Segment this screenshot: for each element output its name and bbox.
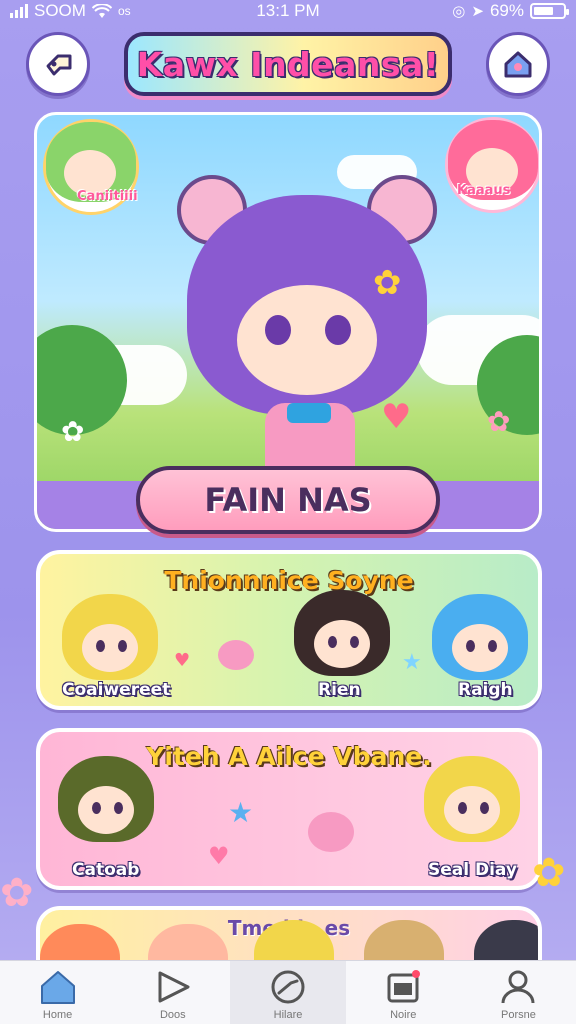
status-bar: SOOM os 13:1 PM ◎ ➤ 69% xyxy=(0,0,576,22)
heart-icon: ♥ xyxy=(381,397,412,437)
character-label: Rien xyxy=(318,680,361,700)
nav-explore[interactable]: Hilare xyxy=(230,961,346,1024)
character-group-card[interactable]: Yiteh A Ailce Vbane. Catoab Seal Diay ★ … xyxy=(36,728,542,890)
group-title: Tnionnnice Soyne xyxy=(164,566,414,595)
nav-label: Hilare xyxy=(273,1009,303,1021)
play-icon xyxy=(158,971,190,1003)
profile-icon xyxy=(501,970,535,1004)
character-label: Coaiwereet xyxy=(62,680,171,700)
wifi-icon xyxy=(91,3,112,18)
home-icon xyxy=(40,971,75,1004)
carrier-label: SOOM xyxy=(34,1,86,20)
primary-action-button[interactable]: FAIN NAS xyxy=(136,466,440,534)
sticker-right-label: Kaaaus xyxy=(457,183,511,198)
bottom-navigation: Home Doos Hilare Noire Porsne xyxy=(0,960,576,1024)
battery-icon xyxy=(530,3,569,19)
calendar-icon xyxy=(387,970,421,1003)
nav-label: Home xyxy=(42,1009,73,1021)
sticker-left-label: Caniitiiii xyxy=(77,189,138,204)
heart-icon: ♥ xyxy=(174,650,191,671)
compass-icon xyxy=(271,970,305,1004)
character-avatar[interactable] xyxy=(432,594,528,694)
character-label: Catoab xyxy=(72,860,140,880)
nav-notifications[interactable]: Noire xyxy=(346,961,461,1024)
character-label: Raigh xyxy=(458,680,513,700)
back-arrow-icon xyxy=(46,54,72,76)
home-icon xyxy=(504,51,532,78)
page-title: Kawx Indeansa! xyxy=(136,44,440,84)
flower-icon: ✿ xyxy=(61,415,85,448)
nav-label: Noire xyxy=(390,1009,417,1021)
flower-icon: ✿ xyxy=(532,850,566,896)
back-button[interactable] xyxy=(26,32,90,96)
nav-play[interactable]: Doos xyxy=(115,961,230,1024)
pig-icon xyxy=(308,812,354,852)
flower-icon: ✿ xyxy=(0,870,34,916)
character-label: Seal Diay xyxy=(428,860,517,880)
star-icon: ★ xyxy=(228,796,254,829)
character-avatar[interactable] xyxy=(424,756,520,856)
app-header: Kawx Indeansa! xyxy=(0,30,576,100)
bow-icon xyxy=(287,403,331,423)
character-avatar[interactable] xyxy=(294,590,390,690)
home-button[interactable] xyxy=(486,32,550,96)
pig-icon xyxy=(218,640,254,670)
heart-icon: ♥ xyxy=(208,842,230,870)
nav-label: Porsne xyxy=(500,1009,536,1021)
signal-icon xyxy=(10,4,28,18)
character-avatar[interactable] xyxy=(62,594,158,694)
character-avatar[interactable] xyxy=(58,756,154,856)
battery-percent: 69% xyxy=(489,1,524,20)
nav-home[interactable]: Home xyxy=(0,961,115,1024)
location-icon: ➤ xyxy=(471,3,484,20)
alarm-icon: ◎ xyxy=(452,3,466,20)
nav-profile[interactable]: Porsne xyxy=(461,961,576,1024)
flower-hairclip-icon: ✿ xyxy=(373,263,402,303)
title-banner: Kawx Indeansa! xyxy=(124,32,452,96)
character-group-card[interactable]: Tnionnnice Soyne Coaiwereet Rien Raigh ♥… xyxy=(36,550,542,710)
nav-label: Doos xyxy=(159,1009,186,1021)
flower-icon: ✿ xyxy=(487,405,511,438)
star-icon: ★ xyxy=(402,650,422,675)
status-extra: os xyxy=(117,4,131,18)
sticker-right-character[interactable] xyxy=(445,117,539,213)
